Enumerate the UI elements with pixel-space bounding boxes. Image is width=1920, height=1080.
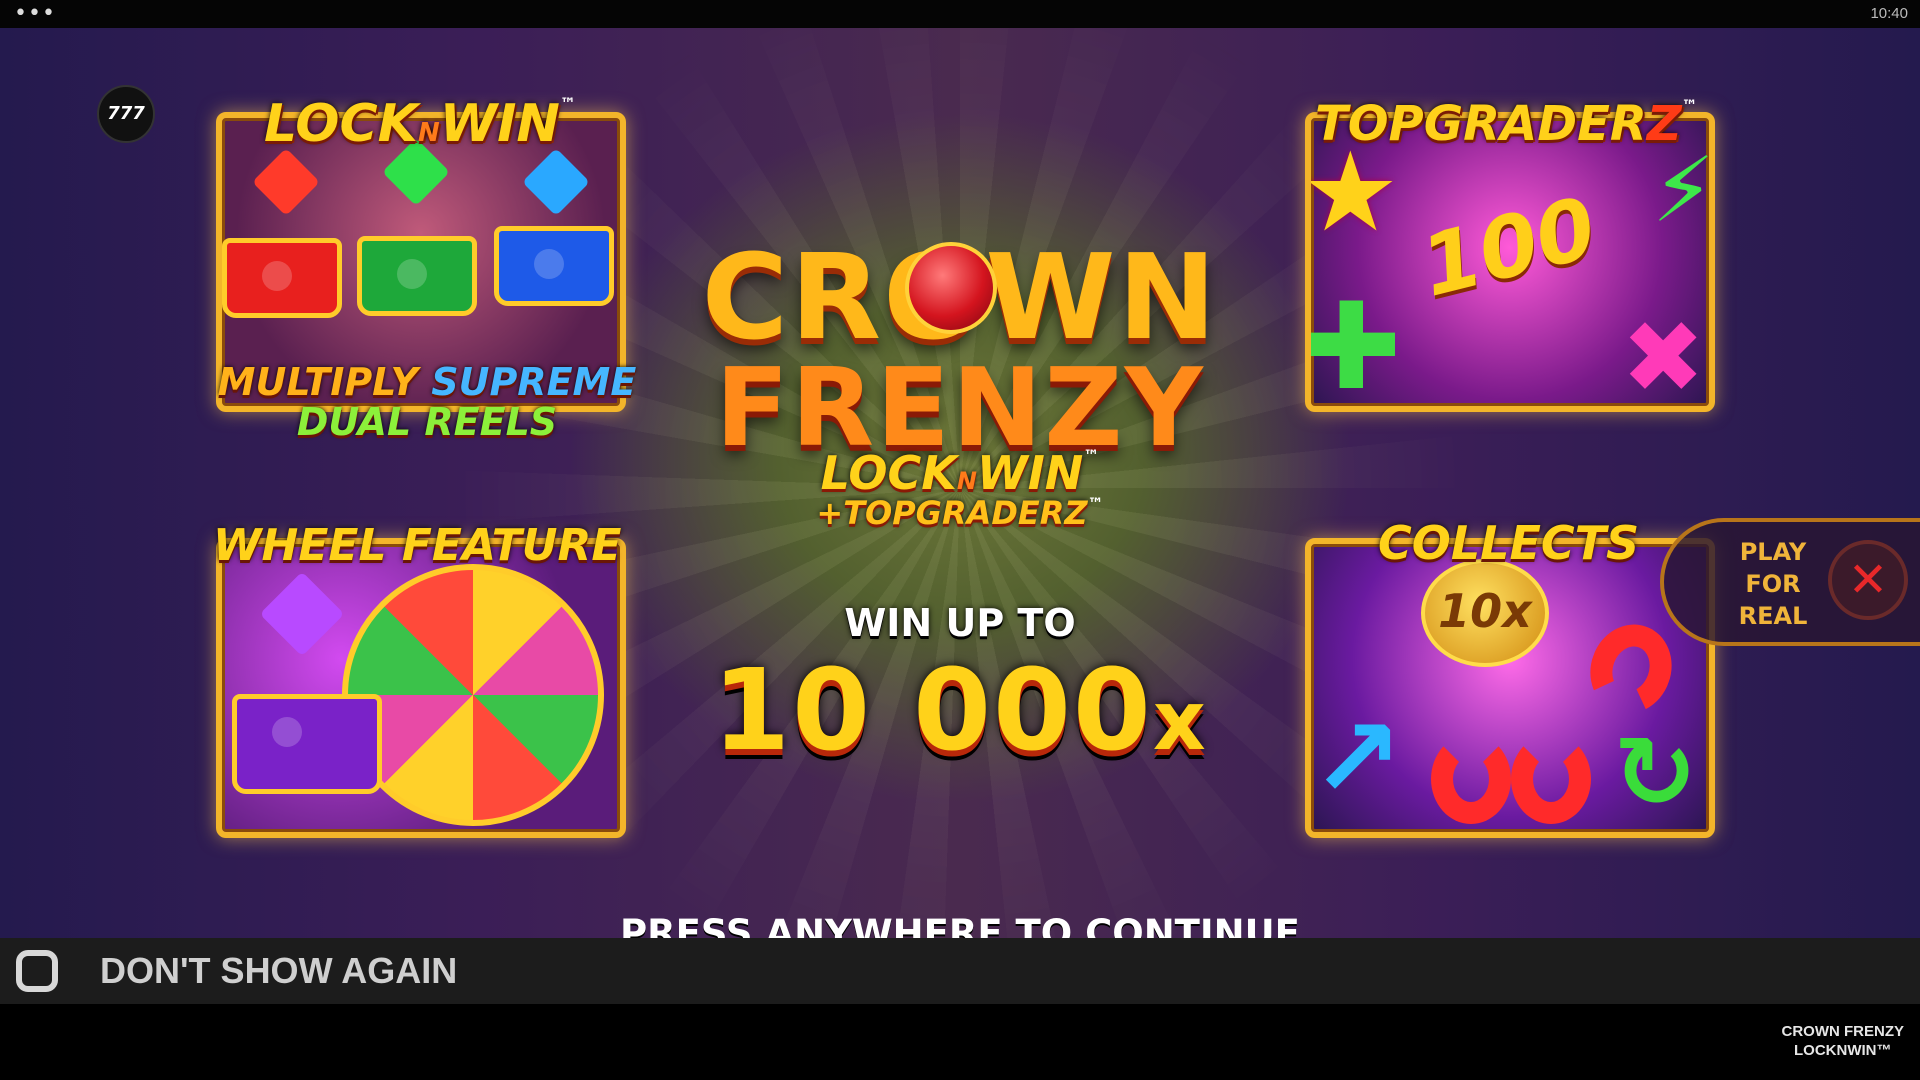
lock-n-win-title: LOCKNWIN™ <box>264 94 576 154</box>
dont-show-again-checkbox[interactable] <box>16 950 58 992</box>
game-name-line1: CROWN FRENZY <box>1781 1023 1905 1040</box>
win-up-to-label: WIN UP TO <box>844 601 1076 645</box>
close-icon[interactable]: ✕ <box>1828 540 1908 620</box>
top-status-bar: ••• 10:40 <box>0 0 1920 28</box>
bottom-bar: CROWN FRENZY LOCKNWIN™ <box>0 1004 1920 1080</box>
ruby-gem-icon <box>905 242 997 334</box>
play-for-real-button[interactable]: PLAY FOR REAL <box>1718 536 1828 632</box>
more-dots-icon[interactable]: ••• <box>14 3 56 25</box>
logo-top-graderz: +TOPGRADERZ™ <box>816 494 1104 532</box>
game-name: CROWN FRENZY LOCKNWIN™ <box>1782 1022 1905 1060</box>
intro-screen[interactable]: 777 LOCKNWIN™ MULTIPLY SUPREME DUAL REEL… <box>0 28 1920 938</box>
dont-show-again-bar: DON'T SHOW AGAIN <box>0 938 1920 1004</box>
top-graderz-title: TOPGRADERZ™ <box>1315 96 1698 152</box>
play-for-real-tab[interactable]: PLAY FOR REAL ✕ <box>1660 518 1920 646</box>
max-win-amount: 10 000x <box>712 646 1208 776</box>
game-name-line2: LOCKNWIN™ <box>1794 1042 1892 1059</box>
badge-777: 777 <box>97 85 155 143</box>
red-gem-icon <box>252 148 320 216</box>
logo-lock-n-win: LOCKNWIN™ <box>820 446 1100 500</box>
press-to-continue[interactable]: PRESS ANYWHERE TO CONTINUE <box>0 912 1920 938</box>
clock: 10:40 <box>1870 5 1908 22</box>
blue-gem-icon <box>522 148 590 216</box>
dont-show-again-label[interactable]: DON'T SHOW AGAIN <box>100 950 457 992</box>
